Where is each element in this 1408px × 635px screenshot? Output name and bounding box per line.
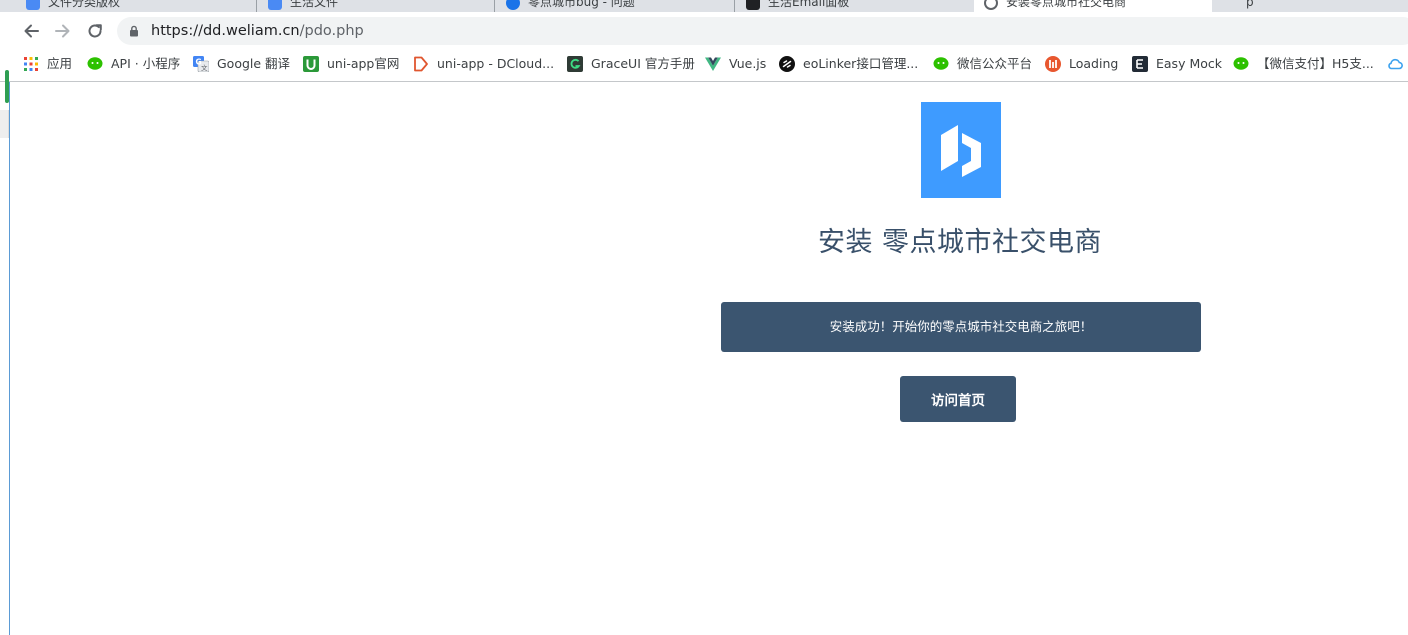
tab-title: 生活Email面板 xyxy=(768,0,850,9)
bookmark-uni-app-site[interactable]: uni-app官网 xyxy=(303,50,403,77)
svg-text:文: 文 xyxy=(201,63,208,72)
forward-button[interactable] xyxy=(49,18,77,44)
easy-mock-icon xyxy=(1132,56,1148,72)
left-window-edge xyxy=(0,82,10,635)
tab-separator xyxy=(734,0,735,12)
visit-home-button[interactable]: 访问首页 xyxy=(900,376,1016,422)
tab-favicon-icon xyxy=(506,0,520,10)
tab-active[interactable]: 安装零点城市社交电商 xyxy=(974,0,1212,12)
vue-icon xyxy=(705,57,721,71)
bookmark-wechat-mp[interactable]: 微信公众平台 xyxy=(933,50,1035,77)
bookmark-label: API · 小程序 xyxy=(111,56,181,71)
bookmark-label: 【微信支付】H5支... xyxy=(1257,56,1374,71)
tab-strip: 文件分类版权 生活文件 零点城市bug - 问题 生活Email面板 安装零点城… xyxy=(0,0,1408,12)
google-translate-icon: G 文 xyxy=(193,56,209,72)
bookmark-label: 应用 xyxy=(47,56,73,71)
reload-button[interactable] xyxy=(81,18,109,44)
bookmark-cloud[interactable] xyxy=(1387,50,1407,77)
bookmark-label: 微信公众平台 xyxy=(957,56,1033,71)
uni-app-icon xyxy=(303,56,319,72)
bookmark-google-translate[interactable]: G 文 Google 翻译 xyxy=(193,50,293,77)
bookmark-api-miniprogram[interactable]: API · 小程序 xyxy=(87,50,182,77)
tab-1[interactable]: 文件分类版权 xyxy=(16,0,254,12)
bookmarks-bar: 应用 API · 小程序 G 文 Google 翻译 uni-app官网 uni… xyxy=(0,50,1408,82)
url-host: https://dd.weliam.cn xyxy=(151,23,300,39)
bookmark-easy-mock[interactable]: Easy Mock xyxy=(1132,50,1222,77)
tab-separator xyxy=(494,0,495,12)
side-panel-tab xyxy=(0,110,9,138)
address-bar[interactable]: https://dd.weliam.cn/pdo.php xyxy=(117,17,1408,45)
bookmark-label: Vue.js xyxy=(729,56,767,71)
tab-3[interactable]: 零点城市bug - 问题 xyxy=(496,0,734,12)
bookmark-vuejs[interactable]: Vue.js xyxy=(705,50,769,77)
tab-title: p xyxy=(1246,0,1254,9)
bookmark-label: eoLinker接口管理... xyxy=(803,56,919,71)
wechat-icon xyxy=(87,57,103,70)
graceui-icon xyxy=(567,56,583,72)
tab-title: 生活文件 xyxy=(290,0,339,9)
wechat-icon xyxy=(933,57,949,70)
brand-logo xyxy=(921,102,1001,198)
wechat-icon xyxy=(1233,57,1249,70)
reload-icon xyxy=(88,24,102,38)
brand-logo-icon xyxy=(941,125,981,177)
bookmark-label: Loading xyxy=(1069,56,1119,71)
tab-favicon-icon xyxy=(268,0,282,10)
tab-6[interactable]: p xyxy=(1214,0,1408,12)
back-arrow-icon xyxy=(24,24,39,38)
url-path: /pdo.php xyxy=(299,23,364,39)
side-indicator xyxy=(5,70,9,103)
tab-favicon-icon xyxy=(746,0,760,10)
url-text[interactable]: https://dd.weliam.cn/pdo.php xyxy=(151,17,364,45)
bookmark-label: uni-app官网 xyxy=(327,56,400,71)
page-title: 安装 零点城市社交电商 xyxy=(817,227,1103,258)
bookmark-loading[interactable]: Loading xyxy=(1045,50,1119,77)
tab-favicon-icon xyxy=(984,0,998,10)
bookmark-graceui[interactable]: GraceUI 官方手册 xyxy=(567,50,695,77)
back-button[interactable] xyxy=(17,18,45,44)
tab-title: 零点城市bug - 问题 xyxy=(528,0,635,9)
tab-4[interactable]: 生活Email面板 xyxy=(736,0,974,12)
tab-favicon-icon xyxy=(1224,0,1238,10)
browser-toolbar: https://dd.weliam.cn/pdo.php xyxy=(0,12,1408,50)
bookmark-apps[interactable]: 应用 xyxy=(23,50,75,77)
tab-separator xyxy=(256,0,257,12)
dcloud-icon xyxy=(414,56,428,72)
bookmark-uni-app-dcloud[interactable]: uni-app - DCloud... xyxy=(413,50,555,77)
success-banner: 安装成功！开始你的零点城市社交电商之旅吧！ xyxy=(721,302,1201,352)
tab-favicon-icon xyxy=(26,0,40,10)
cloud-icon xyxy=(1388,58,1403,70)
tab-2[interactable]: 生活文件 xyxy=(258,0,496,12)
tab-title: 文件分类版权 xyxy=(48,0,121,9)
bookmark-label: Google 翻译 xyxy=(217,56,291,71)
lock-icon xyxy=(130,25,138,37)
bookmark-eolinker[interactable]: eoLinker接口管理... xyxy=(779,50,919,77)
forward-arrow-icon xyxy=(55,24,70,38)
loading-icon xyxy=(1045,56,1061,72)
bookmark-wechat-pay-h5[interactable]: 【微信支付】H5支... xyxy=(1233,50,1374,77)
bookmark-label: uni-app - DCloud... xyxy=(437,56,555,71)
eolinker-icon xyxy=(779,56,795,72)
tab-title: 安装零点城市社交电商 xyxy=(1006,0,1127,9)
bookmark-label: GraceUI 官方手册 xyxy=(591,56,695,71)
apps-grid-icon xyxy=(24,57,38,71)
bookmark-label: Easy Mock xyxy=(1156,56,1222,71)
